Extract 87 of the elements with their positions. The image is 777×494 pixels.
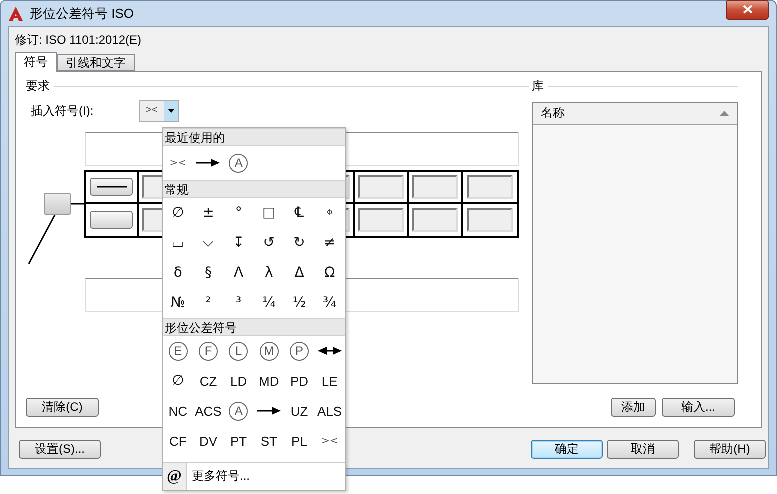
group-title: 库 <box>532 78 544 94</box>
symbol-item[interactable]: ⌴ <box>163 228 194 258</box>
symbol-item[interactable]: ACS <box>193 396 224 426</box>
symbol-item[interactable]: CF <box>163 426 194 456</box>
close-button[interactable] <box>726 0 769 20</box>
symbol-item[interactable]: ½ <box>284 288 315 318</box>
symbol-item[interactable]: DV <box>193 426 224 456</box>
import-button[interactable]: 输入... <box>662 398 735 417</box>
arrow-icon <box>196 158 220 168</box>
symbol-item[interactable]: № <box>163 288 194 318</box>
symbol-item[interactable]: >< <box>314 426 345 456</box>
settings-button[interactable]: 设置(S)... <box>19 440 101 458</box>
tolerance-field[interactable] <box>467 175 513 199</box>
tolerance-field[interactable] <box>467 208 513 232</box>
symbol-item[interactable]: PT <box>224 426 254 456</box>
clear-button[interactable]: 清除(C) <box>26 398 99 417</box>
revision-text: 修订: ISO 1101:2012(E) <box>15 32 143 49</box>
symbol-item[interactable]: LD <box>224 366 254 396</box>
symbol-item[interactable]: Δ <box>284 258 315 288</box>
tolerance-field[interactable] <box>358 175 404 199</box>
symbol-item[interactable]: § <box>193 258 224 288</box>
symbol-item[interactable]: L <box>224 336 254 366</box>
symbol-item[interactable]: ¼ <box>254 288 284 318</box>
app-logo-icon <box>8 6 24 22</box>
dialog-button[interactable]: 帮助(H) <box>694 440 766 458</box>
symbol-item[interactable]: ALS <box>314 396 345 426</box>
symbol-item[interactable]: ¾ <box>314 288 345 318</box>
dialog-button[interactable]: 确定 <box>531 440 603 458</box>
symbol-item[interactable]: ↺ <box>254 228 284 258</box>
symbol-item[interactable]: A <box>224 146 254 180</box>
menu-section-header: 最近使用的 <box>163 128 345 146</box>
symbol-item[interactable]: P <box>284 336 315 366</box>
symbol-item[interactable]: CZ <box>193 366 224 396</box>
symbol-item[interactable]: M <box>254 336 284 366</box>
symbol-item[interactable]: ∅ <box>163 198 194 228</box>
tolerance-field[interactable] <box>412 175 458 199</box>
symbol-item[interactable]: ↻ <box>284 228 315 258</box>
close-icon <box>742 5 752 14</box>
symbol-item[interactable]: ³ <box>224 288 254 318</box>
menu-section-header: 常规 <box>163 180 345 198</box>
group-title: 要求 <box>26 78 50 94</box>
column-header[interactable]: 名称 <box>533 103 737 125</box>
symbol-item[interactable]: E <box>163 336 194 366</box>
symbol-item[interactable]: □ <box>254 198 284 228</box>
tab[interactable]: 引线和文字 <box>57 54 135 71</box>
symbol-item[interactable]: ∅ <box>163 366 194 396</box>
symbol-item[interactable]: ⌖ <box>314 198 345 228</box>
symbol-dropdown[interactable]: >< <box>139 100 179 122</box>
symbol-item[interactable]: ST <box>254 426 284 456</box>
tolerance-field[interactable] <box>412 208 458 232</box>
symbol-button[interactable] <box>90 178 133 196</box>
symbol-item[interactable]: ≠ <box>314 228 345 258</box>
tolerance-field[interactable] <box>358 208 404 232</box>
symbol-item[interactable]: Ω <box>314 258 345 288</box>
sort-icon <box>720 111 729 116</box>
insert-symbol-label: 插入符号(I): <box>31 102 95 120</box>
symbol-item[interactable]: LE <box>314 366 345 396</box>
symbol-item[interactable]: ± <box>193 198 224 228</box>
menu-section-header: 形位公差符号 <box>163 318 345 336</box>
more-symbols-item[interactable]: @ 更多符号... <box>163 462 345 490</box>
add-button[interactable]: 添加 <box>611 398 656 417</box>
dialog-button[interactable]: 取消 <box>607 440 679 458</box>
symbol-item[interactable]: A <box>224 396 254 426</box>
symbol-item[interactable]: MD <box>254 366 284 396</box>
symbol-item[interactable]: ² <box>193 288 224 318</box>
symbol-item[interactable]: λ <box>254 258 284 288</box>
arrow-icon <box>257 406 282 416</box>
line-icon <box>96 186 126 188</box>
symbol-item[interactable]: Λ <box>224 258 254 288</box>
symbol-item[interactable]: δ <box>163 258 194 288</box>
column-title: 名称 <box>541 105 565 122</box>
symbol-item[interactable]: NC <box>163 396 194 426</box>
library-list[interactable]: 名称 <box>532 102 738 384</box>
symbol-item[interactable]: PD <box>284 366 315 396</box>
leader-button[interactable] <box>44 193 71 215</box>
symbol-item[interactable]: F <box>193 336 224 366</box>
symbol-item[interactable]: ° <box>224 198 254 228</box>
symbol-item[interactable]: ℄ <box>284 198 315 228</box>
symbol-item[interactable]: PL <box>284 426 315 456</box>
tab[interactable]: 符号 <box>15 52 57 72</box>
symbol-item[interactable]: ↧ <box>224 228 254 258</box>
window-title: 形位公差符号 ISO <box>30 4 136 22</box>
symbol-item[interactable]: UZ <box>284 396 315 426</box>
symbol-item[interactable]: ⌵ <box>193 228 224 258</box>
double-arrow-icon <box>318 346 342 356</box>
caret-icon <box>168 109 174 113</box>
symbol-item[interactable]: >< <box>163 146 194 180</box>
